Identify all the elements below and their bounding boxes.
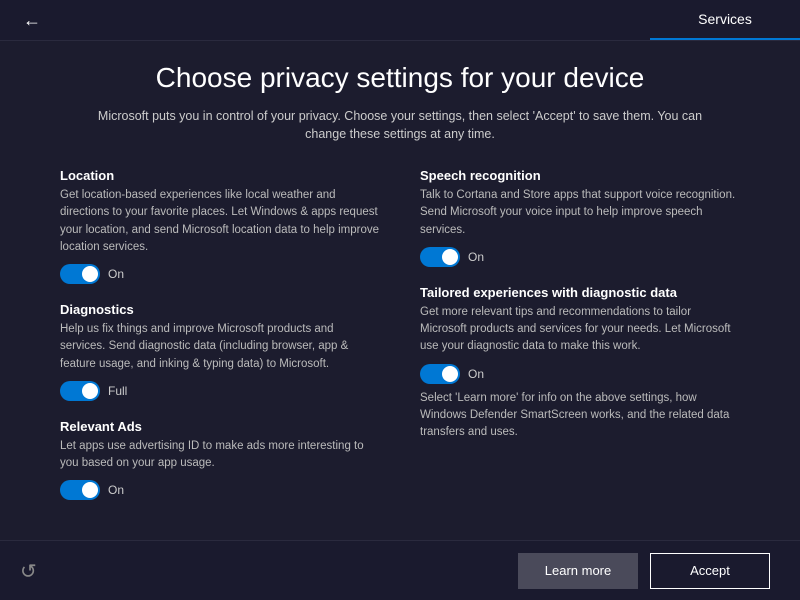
page-nav-title: Services [650, 0, 800, 40]
setting-location-description: Get location-based experiences like loca… [60, 187, 380, 256]
settings-right-column: Speech recognition Talk to Cortana and S… [420, 168, 740, 518]
tailored-experiences-toggle[interactable] [420, 364, 460, 384]
setting-diagnostics-toggle-row: Full [60, 381, 380, 401]
page-subtitle: Microsoft puts you in control of your pr… [90, 107, 710, 145]
speech-recognition-toggle[interactable] [420, 247, 460, 267]
setting-speech-recognition: Speech recognition Talk to Cortana and S… [420, 168, 740, 267]
settings-grid: Location Get location-based experiences … [60, 168, 740, 518]
setting-diagnostics-title: Diagnostics [60, 302, 380, 317]
setting-speech-recognition-toggle-row: On [420, 247, 740, 267]
diagnostics-toggle[interactable] [60, 381, 100, 401]
relevant-ads-toggle-track [60, 480, 100, 500]
relevant-ads-toggle-label: On [108, 483, 124, 497]
learn-more-button[interactable]: Learn more [518, 553, 638, 589]
setting-relevant-ads-description: Let apps use advertising ID to make ads … [60, 438, 380, 473]
diagnostics-toggle-label: Full [108, 384, 127, 398]
relevant-ads-toggle-thumb [82, 482, 98, 498]
speech-recognition-toggle-thumb [442, 249, 458, 265]
accept-button[interactable]: Accept [650, 553, 770, 589]
tailored-experiences-toggle-label: On [468, 367, 484, 381]
page-title: Choose privacy settings for your device [60, 61, 740, 95]
location-toggle[interactable] [60, 264, 100, 284]
location-toggle-track [60, 264, 100, 284]
setting-diagnostics: Diagnostics Help us fix things and impro… [60, 302, 380, 401]
location-toggle-thumb [82, 266, 98, 282]
setting-tailored-experiences: Tailored experiences with diagnostic dat… [420, 285, 740, 442]
top-bar: ← Services [0, 0, 800, 40]
setting-speech-recognition-title: Speech recognition [420, 168, 740, 183]
relevant-ads-toggle[interactable] [60, 480, 100, 500]
back-button[interactable]: ← [16, 4, 48, 36]
diagnostics-toggle-thumb [82, 383, 98, 399]
setting-speech-recognition-description: Talk to Cortana and Store apps that supp… [420, 187, 740, 239]
speech-recognition-toggle-track [420, 247, 460, 267]
location-toggle-label: On [108, 267, 124, 281]
setting-tailored-experiences-toggle-row: On [420, 364, 740, 384]
setting-location-toggle-row: On [60, 264, 380, 284]
main-content: Choose privacy settings for your device … [0, 41, 800, 541]
setting-relevant-ads: Relevant Ads Let apps use advertising ID… [60, 419, 380, 501]
tailored-experiences-toggle-thumb [442, 366, 458, 382]
settings-left-column: Location Get location-based experiences … [60, 168, 380, 518]
diagnostics-toggle-track [60, 381, 100, 401]
setting-tailored-experiences-description: Get more relevant tips and recommendatio… [420, 304, 740, 356]
setting-relevant-ads-title: Relevant Ads [60, 419, 380, 434]
bottom-bar: Learn more Accept [0, 540, 800, 600]
tailored-experiences-toggle-track [420, 364, 460, 384]
setting-relevant-ads-toggle-row: On [60, 480, 380, 500]
setting-tailored-experiences-title: Tailored experiences with diagnostic dat… [420, 285, 740, 300]
tailored-experiences-note: Select 'Learn more' for info on the abov… [420, 390, 740, 442]
setting-diagnostics-description: Help us fix things and improve Microsoft… [60, 321, 380, 373]
setting-location-title: Location [60, 168, 380, 183]
setting-location: Location Get location-based experiences … [60, 168, 380, 284]
refresh-icon: ↺ [20, 559, 37, 584]
speech-recognition-toggle-label: On [468, 250, 484, 264]
